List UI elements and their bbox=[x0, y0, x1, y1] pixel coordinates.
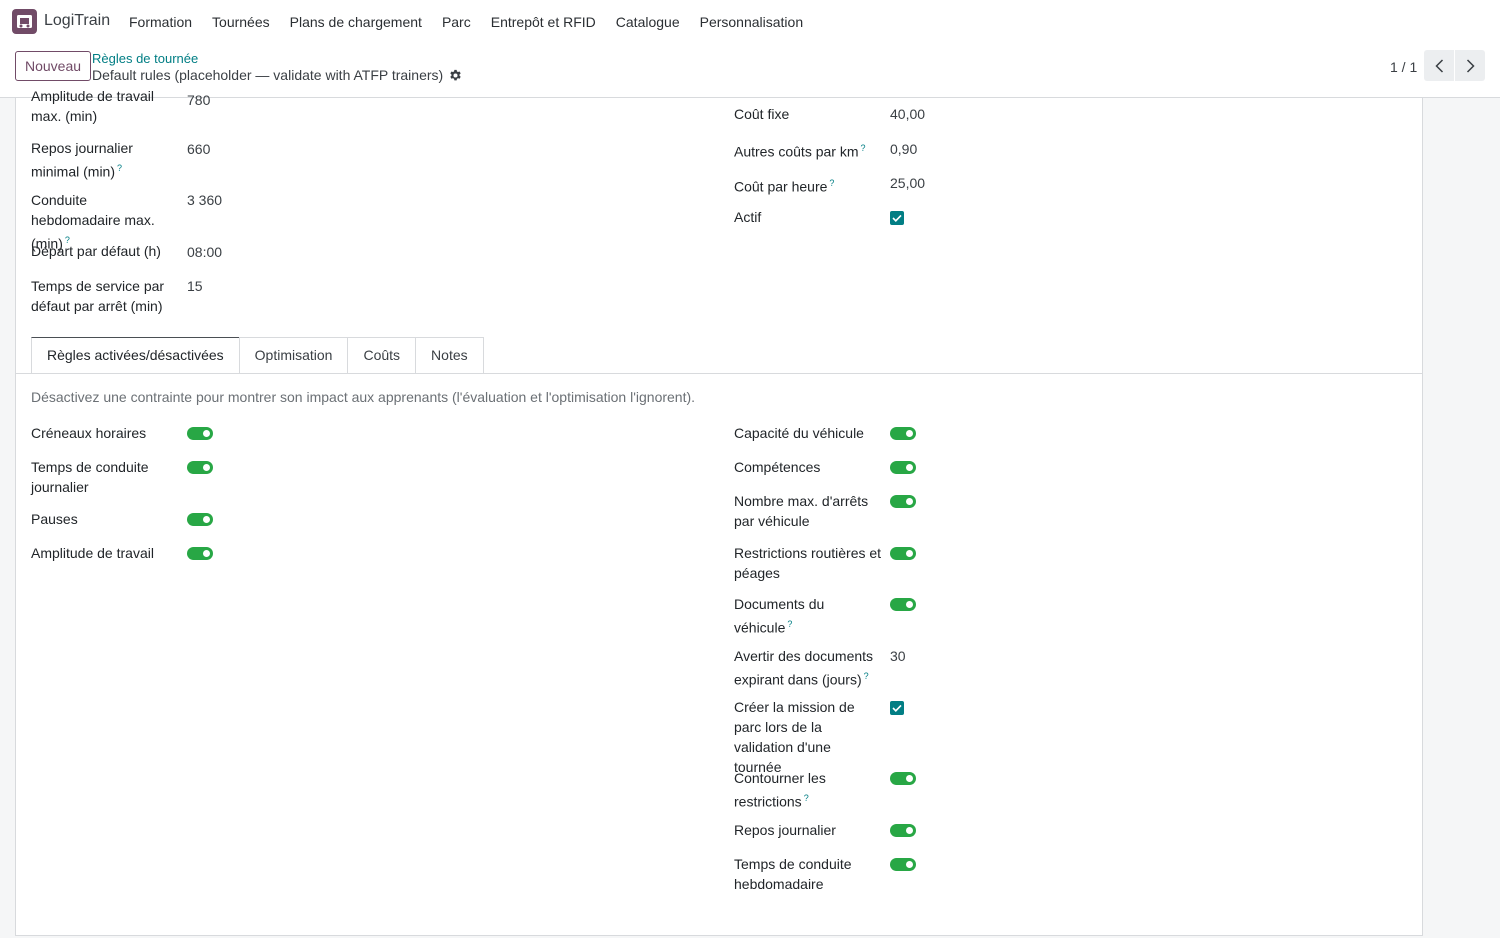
rule-toggle-capacite-vehicule[interactable] bbox=[890, 427, 916, 440]
rule-checkbox-creer-mission-parc[interactable] bbox=[890, 701, 904, 715]
field-label-temps-service: Temps de service par défaut par arrêt (m… bbox=[31, 278, 165, 314]
help-icon[interactable]: ? bbox=[117, 163, 122, 173]
checkmark-icon bbox=[892, 704, 902, 712]
menu-item-entrepot-rfid[interactable]: Entrepôt et RFID bbox=[481, 14, 606, 30]
tab-hint-text: Désactivez une contrainte pour montrer s… bbox=[31, 389, 696, 405]
rule-toggle-max-arrets[interactable] bbox=[890, 495, 916, 508]
help-icon[interactable]: ? bbox=[787, 619, 792, 629]
active-checkbox[interactable] bbox=[890, 211, 904, 225]
pager-next-button[interactable] bbox=[1455, 50, 1485, 81]
record-title: Default rules (placeholder — validate wi… bbox=[92, 67, 444, 83]
truck-box-icon[interactable] bbox=[12, 9, 37, 34]
gear-icon[interactable] bbox=[449, 69, 462, 82]
checkmark-icon bbox=[892, 214, 902, 222]
pager-previous-button[interactable] bbox=[1424, 50, 1454, 81]
field-value-conduite-hebdo-max[interactable]: 3 360 bbox=[187, 190, 222, 210]
field-label-actif: Actif bbox=[734, 209, 762, 225]
breadcrumb-current: Default rules (placeholder — validate wi… bbox=[92, 67, 462, 83]
chevron-left-icon bbox=[1434, 58, 1443, 73]
pager-value[interactable]: 1 / 1 bbox=[1390, 59, 1417, 75]
rule-toggle-pauses[interactable] bbox=[187, 513, 213, 526]
field-label-cout-fixe: Coût fixe bbox=[734, 106, 790, 122]
rule-label-conduite-hebdomadaire: Temps de conduite hebdomadaire bbox=[734, 856, 852, 892]
rule-label-pauses: Pauses bbox=[31, 511, 78, 527]
menu-item-parc[interactable]: Parc bbox=[432, 14, 481, 30]
control-panel: Nouveau Règles de tournée Default rules … bbox=[0, 43, 1500, 98]
field-label-repos-min: Repos journalier minimal (min)? bbox=[31, 140, 133, 180]
tab-optimisation[interactable]: Optimisation bbox=[238, 337, 349, 373]
menu-item-formation[interactable]: Formation bbox=[119, 14, 202, 30]
menu-item-plans-chargement[interactable]: Plans de chargement bbox=[280, 14, 432, 30]
rule-label-creneaux-horaires: Créneaux horaires bbox=[31, 425, 147, 441]
rule-label-contourner-restrictions: Contourner les restrictions? bbox=[734, 770, 826, 810]
field-value-amplitude-max[interactable]: 780 bbox=[187, 90, 210, 110]
rule-label-max-arrets: Nombre max. d'arrêts par véhicule bbox=[734, 493, 869, 529]
field-label-amplitude-max: Amplitude de travail max. (min) bbox=[31, 88, 154, 124]
rule-value-avertir-documents[interactable]: 30 bbox=[890, 646, 906, 666]
rule-label-temps-conduite-journalier: Temps de conduite journalier bbox=[31, 459, 149, 495]
rule-toggle-competences[interactable] bbox=[890, 461, 916, 474]
rule-toggle-contourner-restrictions[interactable] bbox=[890, 772, 916, 785]
top-navbar: LogiTrain Formation Tournées Plans de ch… bbox=[0, 0, 1500, 43]
help-icon[interactable]: ? bbox=[864, 671, 869, 681]
tab-regles-activees[interactable]: Règles activées/désactivées bbox=[31, 337, 240, 373]
notebook-tabs: Règles activées/désactivées Optimisation… bbox=[31, 337, 484, 373]
rule-label-repos-journalier: Repos journalier bbox=[734, 822, 836, 838]
tab-couts[interactable]: Coûts bbox=[347, 337, 417, 373]
menu-item-catalogue[interactable]: Catalogue bbox=[606, 14, 690, 30]
field-value-depart-defaut[interactable]: 08:00 bbox=[187, 242, 222, 262]
rule-toggle-restrictions-routieres[interactable] bbox=[890, 547, 916, 560]
field-value-temps-service[interactable]: 15 bbox=[187, 276, 203, 296]
tab-divider bbox=[16, 373, 1422, 374]
app-name[interactable]: LogiTrain bbox=[44, 12, 110, 30]
rule-label-documents-vehicule: Documents du véhicule? bbox=[734, 596, 825, 636]
breadcrumb-parent[interactable]: Règles de tournée bbox=[92, 51, 198, 66]
menu-item-personnalisation[interactable]: Personnalisation bbox=[690, 14, 814, 30]
field-value-repos-min[interactable]: 660 bbox=[187, 139, 210, 159]
rule-toggle-temps-conduite-journalier[interactable] bbox=[187, 461, 213, 474]
field-value-cout-heure[interactable]: 25,00 bbox=[890, 173, 925, 193]
rule-toggle-repos-journalier[interactable] bbox=[890, 824, 916, 837]
rule-label-competences: Compétences bbox=[734, 459, 821, 475]
form-sheet: Amplitude de travail max. (min) 780 Repo… bbox=[15, 88, 1423, 936]
tab-notes[interactable]: Notes bbox=[415, 337, 484, 373]
field-value-cout-fixe[interactable]: 40,00 bbox=[890, 104, 925, 124]
menu-item-tournees[interactable]: Tournées bbox=[202, 14, 280, 30]
rule-label-avertir-documents: Avertir des documents expirant dans (jou… bbox=[734, 648, 874, 688]
field-label-autres-couts-km: Autres coûts par km? bbox=[734, 143, 866, 160]
help-icon[interactable]: ? bbox=[804, 793, 809, 803]
rule-label-creer-mission-parc: Créer la mission de parc lors de la vali… bbox=[734, 699, 855, 775]
main-menu: Formation Tournées Plans de chargement P… bbox=[119, 14, 813, 30]
new-button[interactable]: Nouveau bbox=[15, 51, 92, 81]
field-label-cout-heure: Coût par heure? bbox=[734, 178, 835, 195]
field-label-depart-defaut: Départ par défaut (h) bbox=[31, 243, 161, 259]
rule-label-amplitude-travail: Amplitude de travail bbox=[31, 545, 154, 561]
rule-toggle-documents-vehicule[interactable] bbox=[890, 598, 916, 611]
rule-toggle-creneaux-horaires[interactable] bbox=[187, 427, 213, 440]
help-icon[interactable]: ? bbox=[829, 178, 834, 188]
rule-label-restrictions-routieres: Restrictions routières et péages bbox=[734, 545, 882, 581]
rule-label-capacite-vehicule: Capacité du véhicule bbox=[734, 425, 864, 441]
help-icon[interactable]: ? bbox=[861, 143, 866, 153]
rule-toggle-amplitude-travail[interactable] bbox=[187, 547, 213, 560]
chevron-right-icon bbox=[1466, 58, 1475, 73]
rule-toggle-conduite-hebdomadaire[interactable] bbox=[890, 858, 916, 871]
field-value-autres-couts-km[interactable]: 0,90 bbox=[890, 139, 917, 159]
